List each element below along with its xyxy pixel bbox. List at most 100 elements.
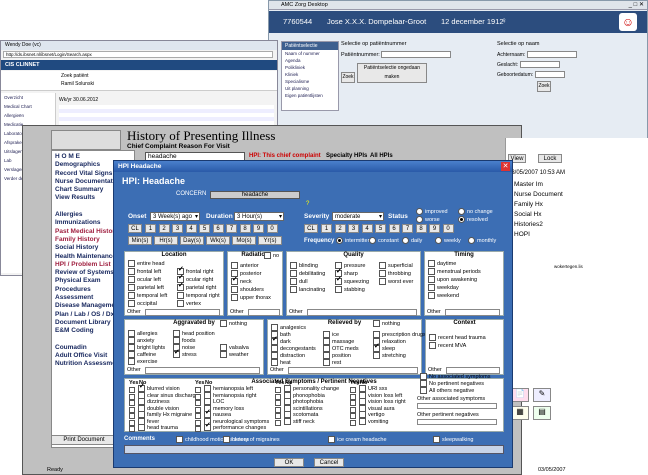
rad-upper-thorax[interactable]: upper thorax xyxy=(231,294,271,302)
specialty-tab[interactable]: Specialty HPIs xyxy=(326,153,367,159)
status-resolved-radio[interactable] xyxy=(458,216,465,224)
rel-heat-checkbox[interactable] xyxy=(271,359,278,367)
ctx-recent-mva[interactable]: recent MVA xyxy=(429,342,466,350)
rel-position-checkbox[interactable] xyxy=(323,352,330,360)
comments-box[interactable] xyxy=(124,445,504,454)
loc-parietal-left-checkbox[interactable] xyxy=(128,284,135,292)
sym-yes-uri-sxs[interactable] xyxy=(350,387,356,393)
onset-num-5[interactable]: 5 xyxy=(199,224,210,233)
rad-upper-thorax-checkbox[interactable] xyxy=(231,294,238,302)
onset-select[interactable]: 3 Week(s) ago xyxy=(150,212,200,221)
tim-weekend-checkbox[interactable] xyxy=(428,292,435,300)
rad-anterior-checkbox[interactable] xyxy=(231,262,238,270)
rad-no[interactable]: no xyxy=(264,252,279,260)
agg-bright-lights-checkbox[interactable] xyxy=(128,344,135,352)
severity-num-3[interactable]: 3 xyxy=(348,224,359,233)
other-assoc-input[interactable] xyxy=(417,403,497,409)
qual-worst-ever-checkbox[interactable] xyxy=(379,278,386,286)
chart-icon[interactable]: ▤ xyxy=(533,406,551,420)
tim-other-input[interactable] xyxy=(445,309,500,316)
nav-item-6[interactable]: Eigen patiëntlijsten xyxy=(282,92,338,99)
agg-foods-checkbox[interactable] xyxy=(173,337,180,345)
status-resolved[interactable]: resolved xyxy=(458,216,488,224)
comment-ice-cream-headache[interactable]: ice cream headache xyxy=(328,436,387,444)
severity-num-0[interactable]: 0 xyxy=(442,224,454,233)
nav-item-4[interactable]: Specialisme xyxy=(282,78,338,85)
rel-stretching[interactable]: stretching xyxy=(373,352,406,360)
sym-all-others-negative[interactable]: All others negative xyxy=(420,387,474,395)
comment-childhood-motion-sickness-checkbox[interactable] xyxy=(176,436,183,444)
right-doc-item-3[interactable]: Social Hx xyxy=(514,210,563,220)
doctor-avatar-icon[interactable]: ☺ xyxy=(619,13,637,31)
right-doc-item-5[interactable]: HOPI xyxy=(514,230,563,240)
tim-daytime[interactable]: daytime xyxy=(428,260,456,268)
comment-history-of-migraines[interactable]: history of migraines xyxy=(223,436,280,444)
loc-entire-head[interactable]: entire head xyxy=(128,260,165,268)
qual-other-input[interactable] xyxy=(307,309,417,316)
severity-num-2[interactable]: 2 xyxy=(334,224,346,233)
qual-squeezing-checkbox[interactable] xyxy=(335,276,342,286)
onset-num-7[interactable]: 7 xyxy=(226,224,237,233)
freq-weekly-radio[interactable] xyxy=(435,237,442,245)
sym-yes-double-vision[interactable] xyxy=(129,406,135,413)
sym-all-others-negative-checkbox[interactable] xyxy=(420,387,427,395)
sym-vomiting-checkbox[interactable] xyxy=(359,417,366,425)
sym-yes-clear-sinus-discharge[interactable] xyxy=(129,393,135,400)
onset-num-3[interactable]: 3 xyxy=(172,224,183,233)
nav-item-1[interactable]: Agenda xyxy=(282,57,338,64)
qual-stabbing[interactable]: stabbing xyxy=(335,286,365,294)
severity-select[interactable]: moderate xyxy=(332,212,384,221)
severity-num-5[interactable]: 5 xyxy=(375,224,386,233)
sym-yes-fever[interactable] xyxy=(129,419,135,426)
qual-throbbing[interactable]: throbbing xyxy=(379,270,411,278)
comment-sleepwalking-checkbox[interactable] xyxy=(433,436,440,444)
left-nav-item-2[interactable]: Allergieën xyxy=(1,111,55,120)
sym-performance-changes[interactable]: performance changes xyxy=(204,422,266,432)
comment-sleepwalking[interactable]: sleepwalking xyxy=(433,436,474,444)
patient-nr-input[interactable] xyxy=(381,51,452,58)
severity-num-8[interactable]: 8 xyxy=(415,224,427,233)
loc-parietal-right[interactable]: parietal right xyxy=(177,282,216,292)
tim-weekend[interactable]: weekend xyxy=(428,292,459,300)
agg-nothing[interactable]: nothing xyxy=(220,320,247,328)
status-worse[interactable]: worse xyxy=(416,216,440,224)
close-icon[interactable]: ✕ xyxy=(501,162,510,171)
agg-other-input[interactable] xyxy=(145,367,260,374)
agg-valsalva-checkbox[interactable] xyxy=(220,344,227,352)
agg-caffeine-checkbox[interactable] xyxy=(128,351,135,359)
freq-weekly[interactable]: weekly xyxy=(435,237,461,245)
status-no-change[interactable]: no change xyxy=(458,208,493,216)
status-no-change-radio[interactable] xyxy=(458,208,465,216)
calendar-icon[interactable]: ▦ xyxy=(511,406,529,420)
concern-input[interactable]: headache xyxy=(210,191,300,199)
sym-yes-head-trauma[interactable] xyxy=(129,426,135,432)
lock-button[interactable]: Lock xyxy=(538,154,562,163)
rel-nothing-checkbox[interactable] xyxy=(373,320,380,328)
loc-occipital-checkbox[interactable] xyxy=(128,300,135,308)
onset-num-2[interactable]: 2 xyxy=(158,224,170,233)
sym-yes-photophobia[interactable] xyxy=(275,400,281,406)
sym-yes-visual-aura[interactable] xyxy=(350,406,356,413)
sym-no-associated-symptoms-checkbox[interactable] xyxy=(420,373,427,381)
sym-vomiting[interactable]: vomiting xyxy=(359,417,388,426)
sym-head-trauma-checkbox[interactable] xyxy=(138,424,145,432)
rad-other-input[interactable] xyxy=(248,309,280,316)
search-button[interactable]: Zoek xyxy=(341,72,355,83)
nav-item-5[interactable]: Uit planning xyxy=(282,85,338,92)
loc-vertex-checkbox[interactable] xyxy=(177,300,184,308)
sym-yes-neurological-symptoms[interactable] xyxy=(195,419,201,426)
sym-yes-vertigo[interactable] xyxy=(350,413,356,419)
agg-exercise[interactable]: exercise xyxy=(128,358,157,366)
tim-daytime-checkbox[interactable] xyxy=(428,260,435,268)
sym-stiff-neck[interactable]: stiff neck xyxy=(284,417,315,426)
sym-yes-dizziness[interactable] xyxy=(129,400,135,406)
name-input[interactable] xyxy=(526,51,577,58)
qual-lancinating[interactable]: lancinating xyxy=(290,286,325,294)
onset-num-9[interactable]: 9 xyxy=(253,224,264,233)
agg-head-position-checkbox[interactable] xyxy=(173,330,180,338)
nav-item-3[interactable]: Kliniek xyxy=(282,71,338,78)
status-improved-radio[interactable] xyxy=(416,208,423,216)
unit-min-s[interactable]: Min(s) xyxy=(128,236,152,245)
sym-yes-nausea[interactable] xyxy=(195,413,201,419)
loc-temporal-right-checkbox[interactable] xyxy=(177,292,184,300)
